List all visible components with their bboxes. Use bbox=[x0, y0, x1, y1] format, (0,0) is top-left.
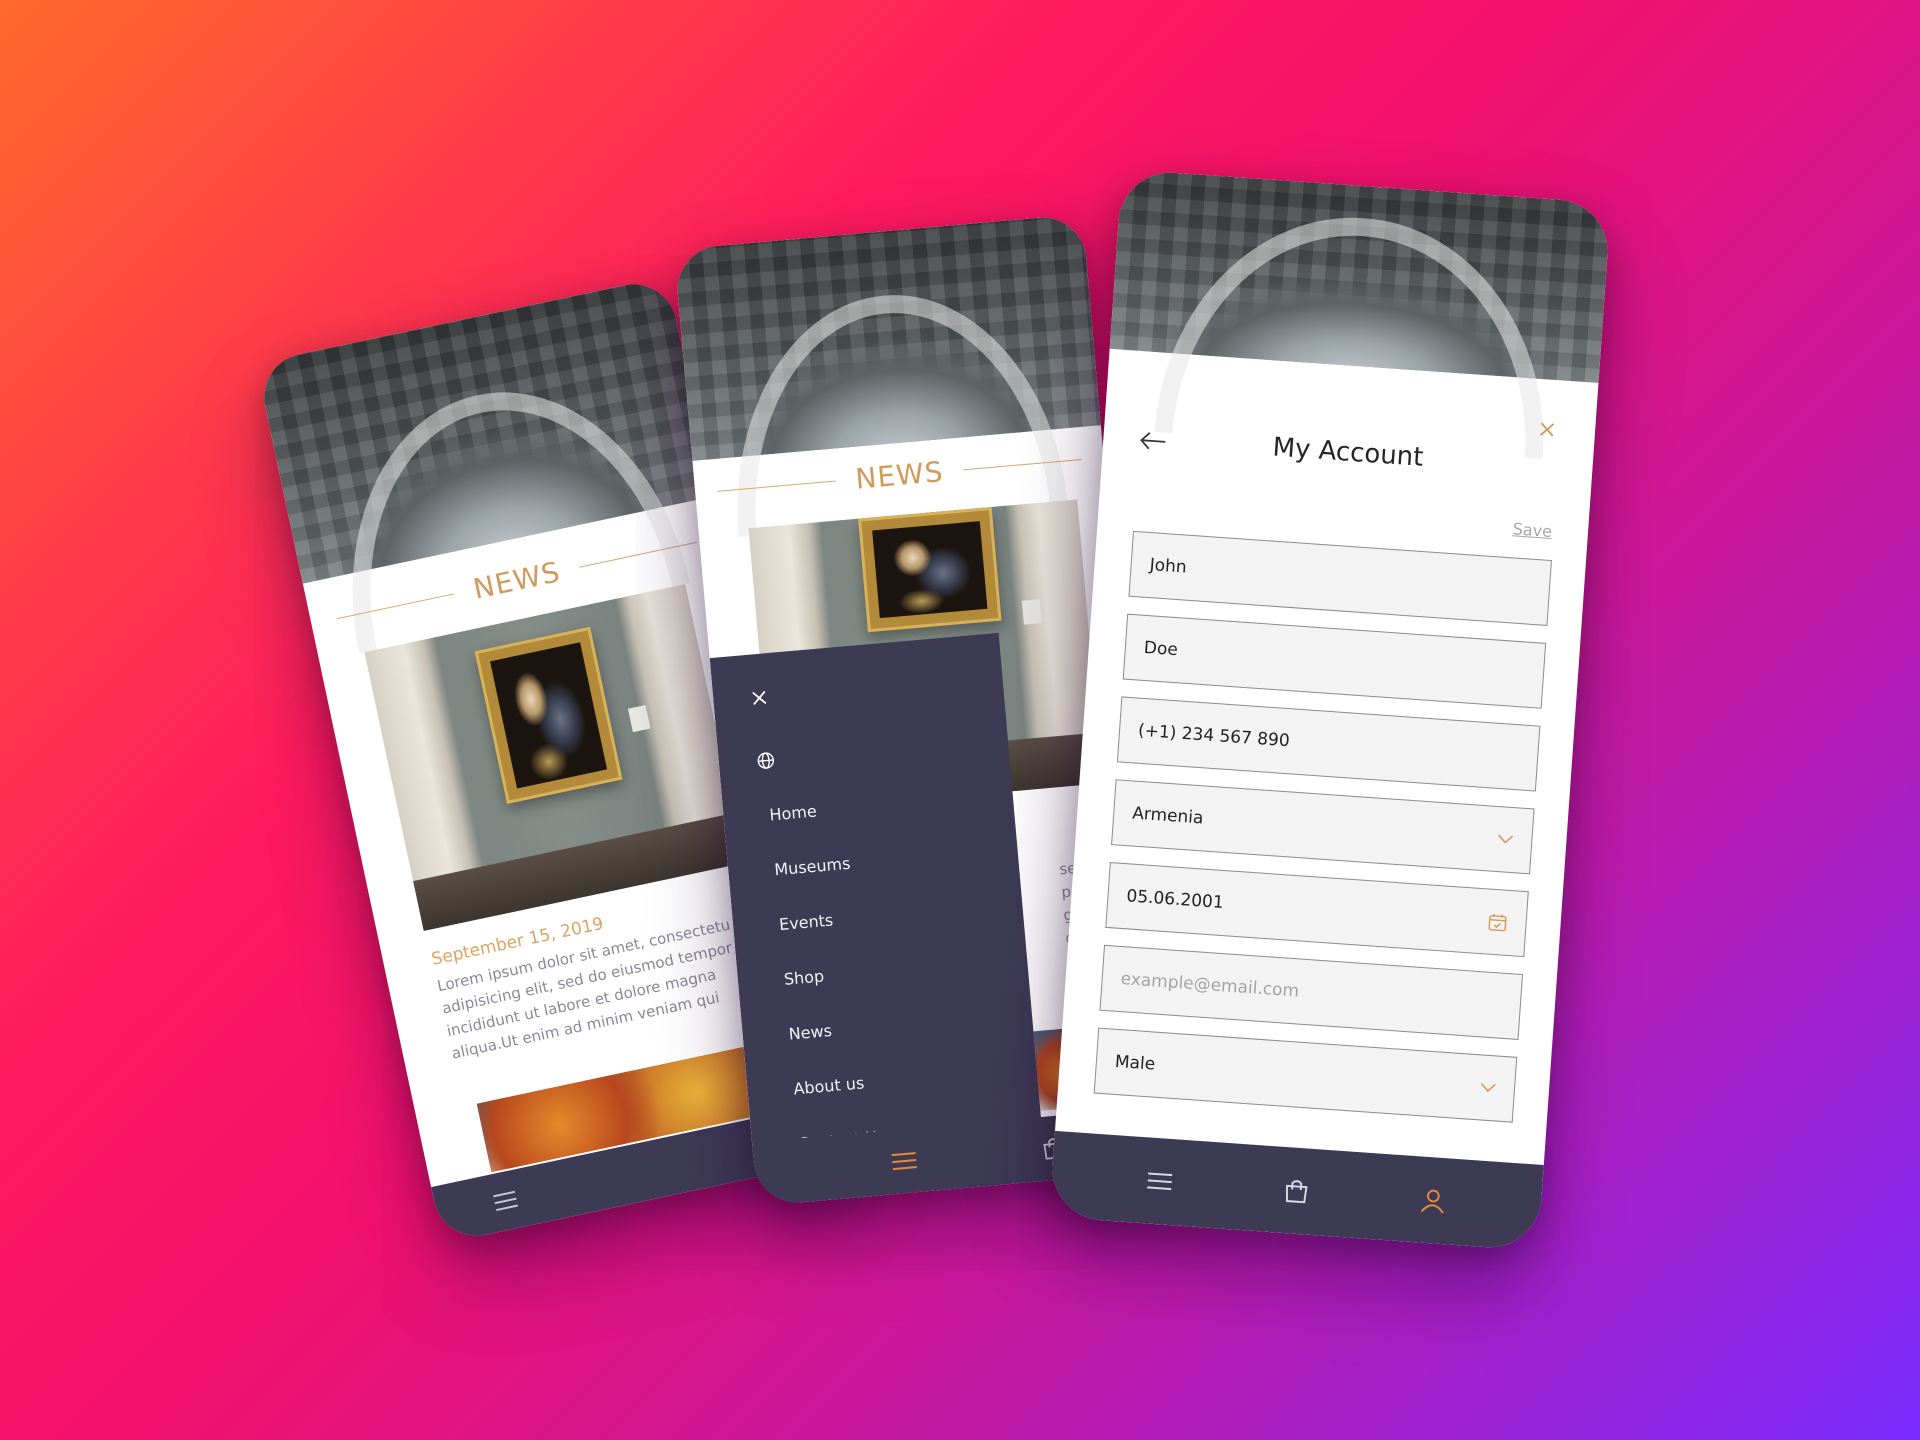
menu-icon bbox=[1146, 1171, 1173, 1191]
menu-item-museums[interactable]: Museums bbox=[774, 854, 852, 880]
birth-date-value: 05.06.2001 bbox=[1125, 886, 1225, 914]
chevron-down-icon bbox=[1480, 1082, 1497, 1093]
nav-menu-button[interactable] bbox=[754, 1144, 995, 1183]
account-phone: My Account Save John Doe (+1) 234 567 89… bbox=[1048, 169, 1612, 1251]
phone-field[interactable]: (+1) 234 567 890 bbox=[1116, 696, 1541, 792]
country-value: Armenia bbox=[1131, 803, 1205, 829]
email-placeholder: example@email.com bbox=[1120, 969, 1300, 1002]
menu-item-about-us[interactable]: About us bbox=[793, 1073, 865, 1098]
painting bbox=[872, 521, 988, 619]
painting-frame bbox=[474, 626, 623, 804]
article-text: Lorem ipsum dolor sit amet, consectetu a… bbox=[435, 907, 777, 1066]
heading-rule-right bbox=[963, 458, 1082, 471]
museum-ceiling-image bbox=[1109, 169, 1612, 383]
menu-item-events[interactable]: Events bbox=[778, 910, 834, 934]
calendar-icon[interactable] bbox=[1487, 912, 1508, 933]
save-button[interactable]: Save bbox=[1512, 519, 1553, 541]
gender-value: Male bbox=[1114, 1051, 1156, 1075]
museum-ceiling-image bbox=[673, 213, 1101, 461]
wall-placard bbox=[1021, 599, 1042, 625]
nav-shop-button[interactable] bbox=[1227, 1173, 1365, 1208]
phone-value: (+1) 234 567 890 bbox=[1137, 720, 1291, 752]
menu-icon bbox=[891, 1151, 918, 1171]
painting-frame bbox=[858, 506, 1002, 633]
birth-date-field[interactable]: 05.06.2001 bbox=[1105, 862, 1529, 958]
heading-rule-left bbox=[717, 480, 836, 492]
country-select[interactable]: Armenia bbox=[1111, 779, 1535, 875]
user-icon bbox=[1419, 1186, 1447, 1214]
menu-icon bbox=[492, 1190, 519, 1213]
chevron-down-icon bbox=[1497, 834, 1514, 845]
menu-item-news[interactable]: News bbox=[788, 1021, 833, 1044]
first-name-value: John bbox=[1148, 555, 1188, 578]
wall-placard bbox=[627, 704, 651, 733]
nav-account-button[interactable] bbox=[1364, 1183, 1502, 1218]
shopping-bag-icon bbox=[1283, 1177, 1311, 1205]
close-icon[interactable] bbox=[1539, 421, 1556, 438]
email-field[interactable]: example@email.com bbox=[1099, 944, 1524, 1040]
close-icon[interactable] bbox=[751, 689, 768, 706]
nav-menu-button[interactable] bbox=[435, 1178, 576, 1225]
last-name-value: Doe bbox=[1143, 637, 1179, 661]
bottom-nav bbox=[1048, 1130, 1544, 1251]
gender-select[interactable]: Male bbox=[1093, 1027, 1518, 1123]
menu-item-home[interactable]: Home bbox=[769, 801, 818, 824]
nav-menu-button[interactable] bbox=[1091, 1168, 1229, 1195]
globe-icon[interactable] bbox=[756, 751, 776, 771]
menu-item-shop[interactable]: Shop bbox=[783, 966, 825, 988]
last-name-field[interactable]: Doe bbox=[1122, 613, 1547, 709]
gallery-floor bbox=[413, 812, 745, 932]
painting bbox=[490, 642, 608, 789]
first-name-field[interactable]: John bbox=[1128, 530, 1552, 626]
